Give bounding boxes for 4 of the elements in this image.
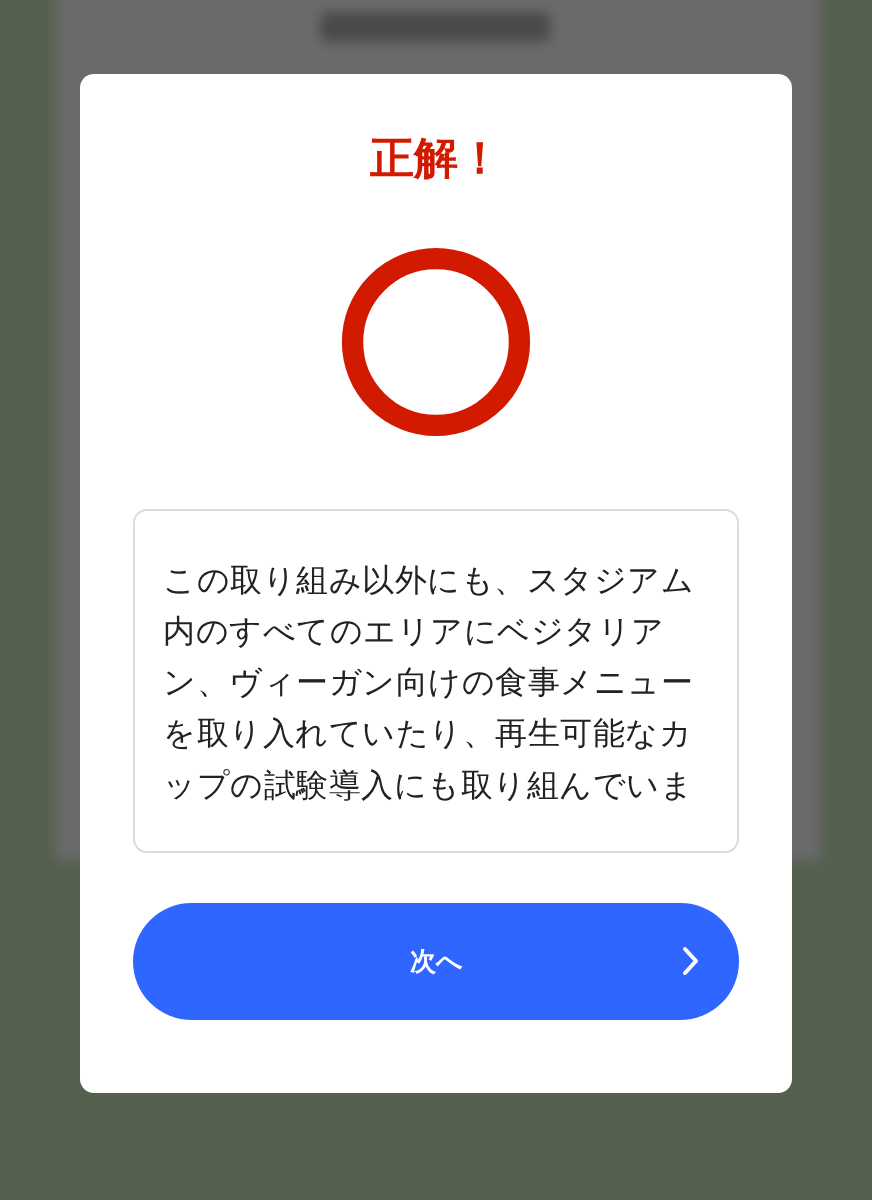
result-title: 正解！ [370,132,502,185]
next-button[interactable]: 次へ [133,902,739,1020]
chevron-right-icon [681,946,701,977]
explanation-text: この取り組み以外にも、スタジアム内のすべてのエリアにベジタリアン、ヴィーガン向けの食事メニューを取り入れていたり、再生可能なカップの試験導入にも取り組んでいま [163,559,695,806]
